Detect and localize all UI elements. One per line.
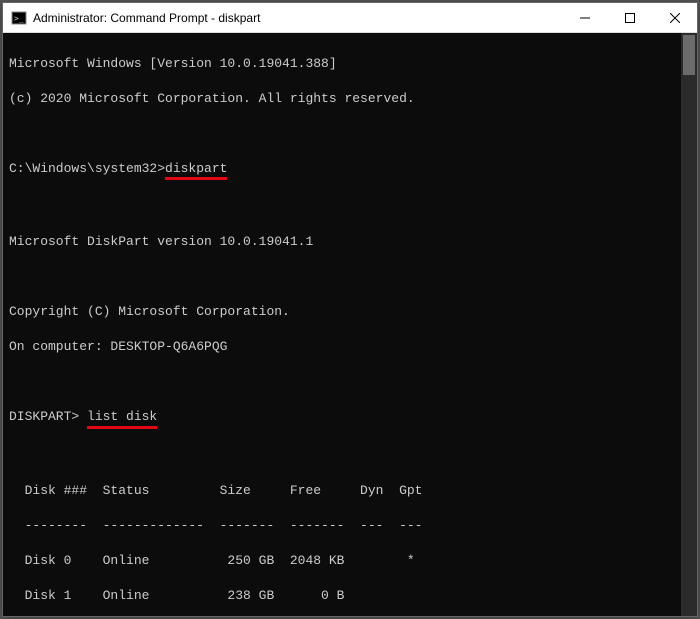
close-button[interactable] [652,3,697,32]
window-controls [562,3,697,32]
table-divider: -------- ------------- ------- ------- -… [9,517,675,535]
scrollbar-thumb[interactable] [683,35,695,75]
output-line: On computer: DESKTOP-Q6A6PQG [9,338,675,356]
output-line: Microsoft DiskPart version 10.0.19041.1 [9,233,675,251]
cmd-icon: >_ [11,10,27,26]
titlebar[interactable]: >_ Administrator: Command Prompt - diskp… [3,3,697,33]
output-line: (c) 2020 Microsoft Corporation. All righ… [9,90,675,108]
command-list-disk: list disk [87,408,157,429]
output-line: Copyright (C) Microsoft Corporation. [9,303,675,321]
prompt-line: DISKPART> list disk [9,408,675,429]
output-line: Microsoft Windows [Version 10.0.19041.38… [9,55,675,73]
prompt: C:\Windows\system32> [9,161,165,176]
prompt-line: C:\Windows\system32>diskpart [9,160,675,181]
output-line [9,198,675,216]
table-row: Disk 0 Online 250 GB 2048 KB * [9,552,675,570]
diskpart-prompt: DISKPART> [9,409,87,424]
table-row: Disk 1 Online 238 GB 0 B [9,587,675,605]
output-line [9,125,675,143]
output-line [9,373,675,391]
output-line [9,268,675,286]
terminal-area: Microsoft Windows [Version 10.0.19041.38… [3,33,697,616]
maximize-button[interactable] [607,3,652,32]
command-prompt-window: >_ Administrator: Command Prompt - diskp… [2,2,698,617]
command-diskpart: diskpart [165,160,227,181]
minimize-button[interactable] [562,3,607,32]
table-header: Disk ### Status Size Free Dyn Gpt [9,482,675,500]
output-line [9,447,675,465]
terminal-output[interactable]: Microsoft Windows [Version 10.0.19041.38… [3,33,681,616]
svg-text:>_: >_ [14,14,24,23]
window-title: Administrator: Command Prompt - diskpart [33,11,562,25]
vertical-scrollbar[interactable] [681,33,697,616]
